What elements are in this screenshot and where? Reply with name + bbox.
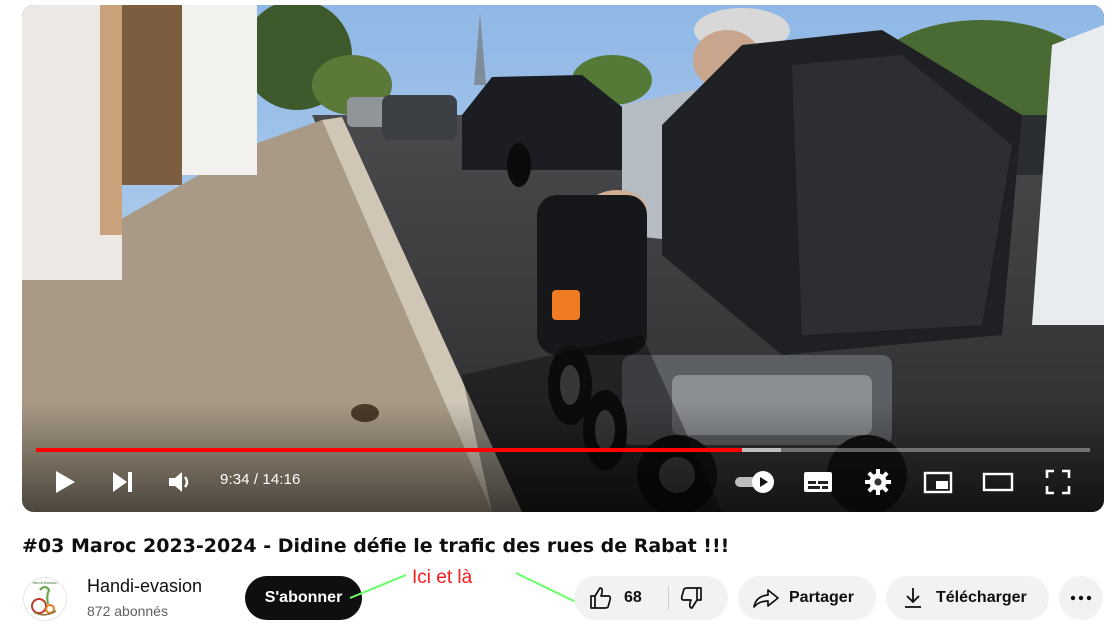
more-icon [1070,595,1092,601]
theater-mode-button[interactable] [982,466,1014,498]
like-button[interactable]: 68 [588,576,642,620]
next-button[interactable] [108,467,138,497]
like-count: 68 [624,589,642,606]
download-icon [905,588,921,608]
miniplayer-button[interactable] [922,466,954,498]
more-actions-button[interactable] [1059,576,1103,620]
settings-icon [865,469,891,495]
dislike-button[interactable] [678,576,704,620]
autoplay-toggle-icon [735,471,774,493]
volume-button[interactable] [166,467,196,497]
subtitles-icon [804,472,832,492]
annotation-text: Ici et là [412,567,473,588]
video-title: #03 Maroc 2023-2024 - Didine défie le tr… [22,535,730,557]
channel-name[interactable]: Handi-evasion [87,576,202,597]
volume-icon [169,472,189,492]
progress-played [36,448,743,452]
subscriber-count: 872 abonnés [87,603,168,619]
like-dislike-group: 68 [574,576,728,620]
play-icon [56,471,75,493]
subtitles-button[interactable] [802,466,834,498]
theater-icon [982,472,1014,492]
channel-logo: Handi-évasion [31,581,58,616]
thumbs-down-icon [680,587,702,609]
progress-bar[interactable] [36,448,1090,452]
video-player[interactable]: 9:34 / 14:16 [22,5,1104,512]
autoplay-toggle[interactable] [732,467,778,497]
subscribe-button[interactable]: S'abonner [245,576,362,620]
channel-avatar[interactable]: Handi-évasion [23,577,67,621]
fullscreen-icon [1045,469,1071,495]
thumbs-up-icon [590,587,612,609]
play-button[interactable] [50,467,80,497]
share-button[interactable]: Partager [738,576,876,620]
time-display: 9:34 / 14:16 [220,471,301,488]
download-label: Télécharger [936,589,1027,606]
download-button[interactable]: Télécharger [886,576,1049,620]
next-icon [113,472,132,492]
fullscreen-button[interactable] [1042,466,1074,498]
logo-text: Handi-évasion [33,581,58,585]
share-label: Partager [789,589,854,606]
like-divider [668,586,669,610]
settings-button[interactable] [862,466,894,498]
miniplayer-icon [923,471,953,494]
share-icon [753,589,779,608]
